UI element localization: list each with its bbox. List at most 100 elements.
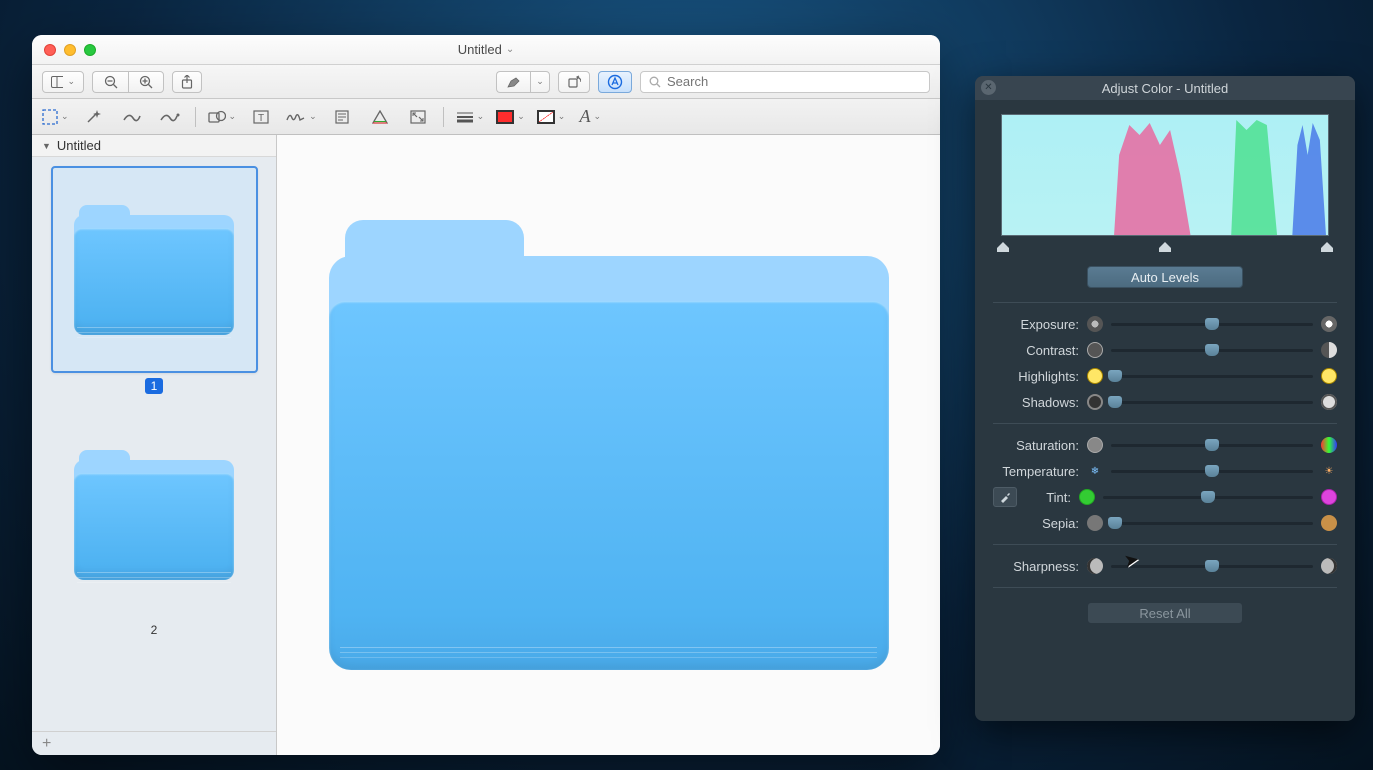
shadows-row: Shadows: [975,389,1355,415]
font-icon: A [580,106,591,127]
sketch-button[interactable] [119,105,145,129]
mid-point-handle[interactable] [1159,242,1171,252]
adjust-color-button[interactable] [367,105,393,129]
saturation-row: Saturation: [975,432,1355,458]
histogram [1001,114,1329,236]
search-input[interactable] [667,74,921,89]
text-button[interactable]: T [248,105,274,129]
close-panel-button[interactable]: ✕ [981,80,996,95]
markup-toolbar: ⌄ ⌄ T ⌄ [32,99,940,135]
white-point-handle[interactable] [1321,242,1333,252]
sidebar-title: Untitled [57,138,101,153]
contrast-label: Contrast: [993,343,1079,358]
main-area: ▼ Untitled 1 [32,135,940,755]
sidebar-view-button[interactable]: ⌄ [42,71,84,93]
slider-thumb[interactable] [1205,439,1219,451]
slider-thumb[interactable] [1205,344,1219,356]
exposure-label: Exposure: [993,317,1079,332]
aperture-closed-icon [1087,316,1103,332]
exposure-row: Exposure: [975,311,1355,337]
selection-tool-button[interactable]: ⌄ [42,105,69,129]
chevron-down-icon: ⌄ [309,111,317,122]
slider-thumb[interactable] [1108,396,1122,408]
sharpness-row: Sharpness: [975,553,1355,579]
rotate-icon [567,75,581,89]
black-point-handle[interactable] [997,242,1009,252]
slider-thumb[interactable] [1201,491,1215,503]
thumbnail-2[interactable]: 2 [52,412,257,637]
line-style-button[interactable]: ⌄ [456,105,485,129]
chevron-down-icon: ⌄ [558,111,566,122]
slider-thumb[interactable] [1205,465,1219,477]
contrast-high-icon [1321,342,1337,358]
thumbnail-preview [52,412,257,617]
shadows-label: Shadows: [993,395,1079,410]
zoom-out-button[interactable] [92,71,128,93]
sidebar-icon [51,76,63,88]
exposure-slider[interactable] [1111,323,1313,326]
draw-button[interactable] [157,105,183,129]
eyedropper-icon [999,491,1011,503]
sharpness-label: Sharpness: [993,559,1079,574]
thumbnail-preview [52,167,257,372]
markup-icon [607,74,623,90]
adjust-size-button[interactable] [405,105,431,129]
instant-alpha-button[interactable] [81,105,107,129]
divider [993,302,1337,303]
thumbnail-1[interactable]: 1 [52,167,257,394]
temperature-slider[interactable] [1111,470,1313,473]
reset-all-button[interactable]: Reset All [1087,602,1243,624]
contrast-slider[interactable] [1111,349,1313,352]
sidebar-header[interactable]: ▼ Untitled [32,135,276,157]
font-style-button[interactable]: A ⌄ [577,105,603,129]
tint-slider[interactable] [1103,496,1313,499]
slider-thumb[interactable] [1108,370,1122,382]
svg-text:T: T [258,113,264,124]
adjust-color-panel: ✕ Adjust Color - Untitled Auto Levels Ex… [975,76,1355,721]
folder-icon [74,205,234,335]
tint-row: Tint: [975,484,1355,510]
shapes-button[interactable]: ⌄ [208,105,237,129]
slider-thumb[interactable] [1205,560,1219,572]
border-color-button[interactable]: ⌄ [496,105,525,129]
main-toolbar: ⌄ ⌄ [32,65,940,99]
slider-thumb[interactable] [1108,517,1122,529]
highlights-slider[interactable] [1111,375,1313,378]
note-button[interactable] [329,105,355,129]
shadows-high-icon [1321,394,1337,410]
zoom-in-button[interactable] [128,71,164,93]
slider-thumb[interactable] [1205,318,1219,330]
chevron-down-icon: ⌄ [594,111,602,122]
sharpness-slider[interactable] [1111,565,1313,568]
separator [443,107,444,127]
saturation-label: Saturation: [993,438,1079,453]
chevron-down-icon: ⌄ [517,111,525,122]
tint-magenta-icon [1321,489,1337,505]
window-title[interactable]: Untitled ⌄ [32,42,940,57]
highlight-button[interactable] [496,71,530,93]
saturation-slider[interactable] [1111,444,1313,447]
fill-color-button[interactable]: ⌄ [537,105,566,129]
markup-toolbar-button[interactable] [598,71,632,93]
share-button[interactable] [172,71,202,93]
highlight-menu-button[interactable]: ⌄ [530,71,550,93]
selection-icon [42,109,58,125]
shadows-slider[interactable] [1111,401,1313,404]
auto-levels-button[interactable]: Auto Levels [1087,266,1243,288]
eyedropper-button[interactable] [993,487,1017,507]
canvas[interactable] [277,135,940,755]
sepia-slider[interactable] [1111,522,1313,525]
add-page-button[interactable]: + [42,735,51,753]
panel-titlebar: ✕ Adjust Color - Untitled [975,76,1355,100]
sepia-label: Sepia: [993,516,1079,531]
title-chevron-icon: ⌄ [506,44,514,55]
search-field[interactable] [640,71,930,93]
contrast-low-icon [1087,342,1103,358]
line-style-icon [456,111,474,123]
zoom-in-icon [139,75,153,89]
divider [993,544,1337,545]
rotate-button[interactable] [558,71,590,93]
document-title: Untitled [458,42,502,57]
sign-button[interactable]: ⌄ [286,105,317,129]
highlights-low-icon [1087,368,1103,384]
